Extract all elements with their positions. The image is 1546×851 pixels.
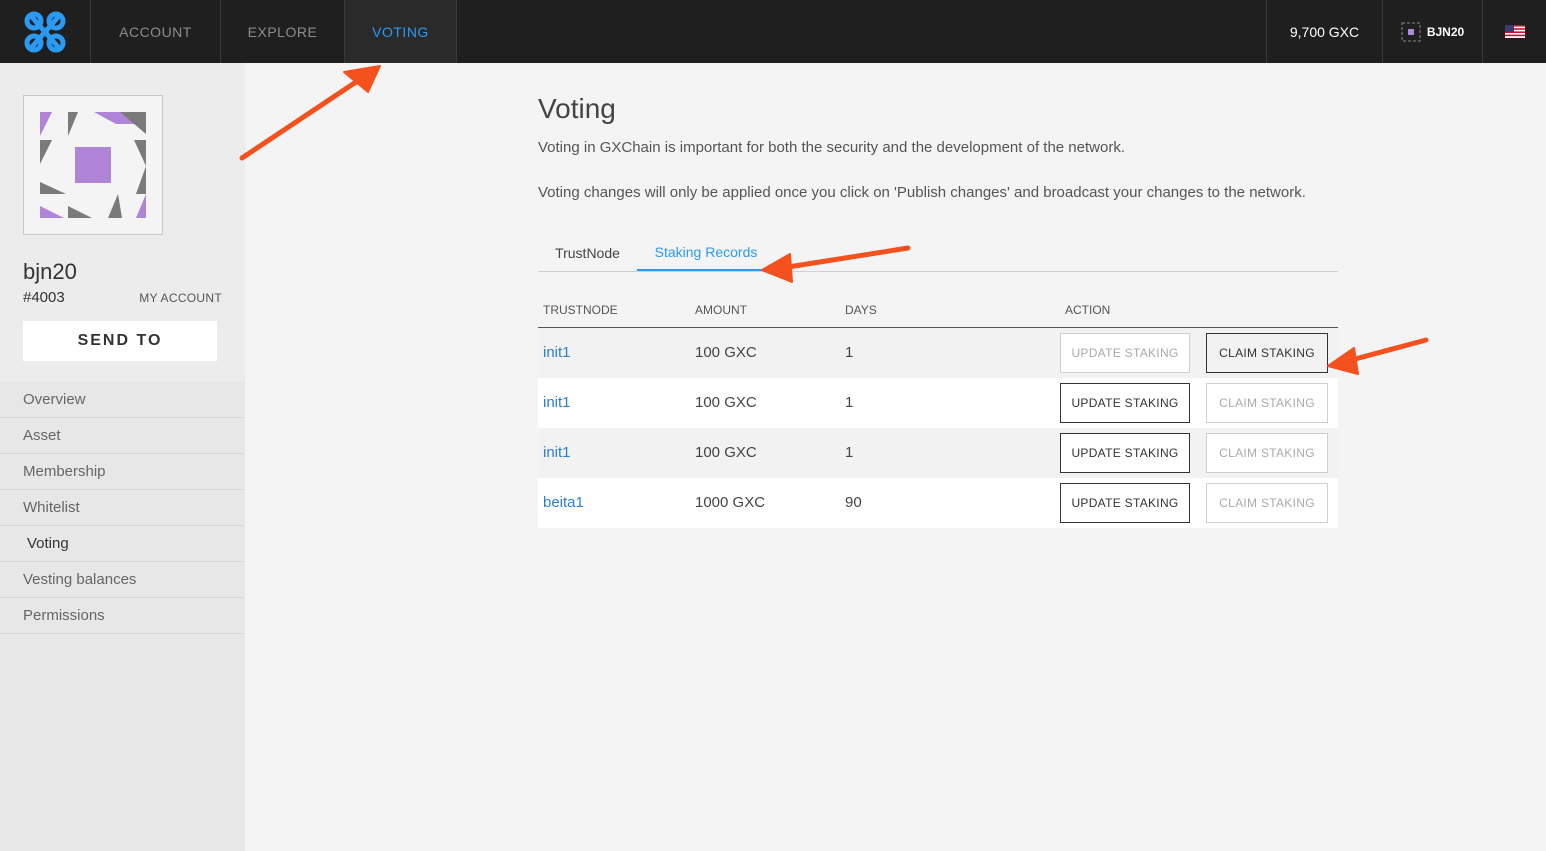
nav-tab-account[interactable]: ACCOUNT bbox=[91, 0, 221, 63]
action-cell: UPDATE STAKING CLAIM STAKING bbox=[1060, 328, 1338, 378]
sidebar-item-whitelist[interactable]: Whitelist bbox=[0, 490, 245, 526]
days-cell: 1 bbox=[840, 327, 1060, 378]
amount-cell: 1000 GXC bbox=[690, 477, 840, 528]
arrow-to-voting-tab-icon bbox=[239, 75, 365, 161]
main-content: Voting Voting in GXChain is important fo… bbox=[538, 63, 1338, 528]
amount-cell: 100 GXC bbox=[690, 327, 840, 378]
nav-tab-voting[interactable]: VOTING bbox=[345, 0, 457, 63]
sidebar: bjn20 #4003 MY ACCOUNT SEND TO Overview … bbox=[0, 63, 245, 851]
header-action: ACTION bbox=[1060, 293, 1338, 328]
gxchain-logo[interactable] bbox=[0, 0, 91, 63]
account-avatar bbox=[23, 95, 163, 235]
action-cell: UPDATE STAKING CLAIM STAKING bbox=[1060, 478, 1338, 528]
header-days: DAYS bbox=[840, 293, 1060, 328]
staking-records-table: TRUSTNODE AMOUNT DAYS ACTION init1 100 G… bbox=[538, 293, 1338, 528]
trustnode-link[interactable]: init1 bbox=[543, 394, 571, 411]
claim-staking-button[interactable]: CLAIM STAKING bbox=[1206, 332, 1328, 373]
sidebar-item-asset[interactable]: Asset bbox=[0, 418, 245, 454]
gxchain-logo-icon bbox=[24, 10, 66, 52]
user-menu[interactable]: BJN20 bbox=[1382, 0, 1482, 63]
update-staking-button[interactable]: UPDATE STAKING bbox=[1060, 382, 1190, 423]
update-staking-button[interactable]: UPDATE STAKING bbox=[1060, 482, 1190, 523]
sidebar-item-voting[interactable]: Voting bbox=[0, 526, 245, 562]
days-cell: 1 bbox=[840, 377, 1060, 428]
table-row: init1 100 GXC 1 UPDATE STAKING CLAIM STA… bbox=[538, 427, 1338, 478]
tab-trustnode[interactable]: TrustNode bbox=[538, 235, 637, 271]
trustnode-link[interactable]: init1 bbox=[543, 444, 571, 461]
sidebar-item-permissions[interactable]: Permissions bbox=[0, 598, 245, 634]
arrow-to-claim-staking-icon bbox=[1341, 337, 1429, 365]
claim-staking-button[interactable]: CLAIM STAKING bbox=[1206, 482, 1328, 523]
tab-staking-records[interactable]: Staking Records bbox=[637, 235, 775, 271]
action-cell: UPDATE STAKING CLAIM STAKING bbox=[1060, 378, 1338, 428]
table-row: init1 100 GXC 1 UPDATE STAKING CLAIM STA… bbox=[538, 377, 1338, 428]
table-row: init1 100 GXC 1 UPDATE STAKING CLAIM STA… bbox=[538, 327, 1338, 378]
voting-tabs: TrustNode Staking Records bbox=[538, 235, 1338, 272]
voting-description-1: Voting in GXChain is important for both … bbox=[538, 139, 1125, 156]
update-staking-button[interactable]: UPDATE STAKING bbox=[1060, 332, 1190, 373]
language-selector[interactable] bbox=[1482, 0, 1546, 63]
account-id: #4003 bbox=[23, 289, 65, 306]
nav-tab-explore[interactable]: EXPLORE bbox=[221, 0, 345, 63]
sidebar-item-vesting-balances[interactable]: Vesting balances bbox=[0, 562, 245, 598]
table-header-row: TRUSTNODE AMOUNT DAYS ACTION bbox=[538, 293, 1338, 328]
claim-staking-button[interactable]: CLAIM STAKING bbox=[1206, 382, 1328, 423]
days-cell: 90 bbox=[840, 477, 1060, 528]
my-account-link[interactable]: MY ACCOUNT bbox=[139, 291, 222, 305]
account-name: bjn20 bbox=[23, 259, 77, 284]
account-id-row: #4003 MY ACCOUNT bbox=[23, 289, 222, 306]
voting-description-2: Voting changes will only be applied once… bbox=[538, 184, 1306, 201]
trustnode-link[interactable]: init1 bbox=[543, 344, 571, 361]
identicon-icon bbox=[40, 112, 146, 218]
update-staking-button[interactable]: UPDATE STAKING bbox=[1060, 432, 1190, 473]
top-navbar: ACCOUNT EXPLORE VOTING 9,700 GXC BJN20 bbox=[0, 0, 1546, 63]
account-card: bjn20 #4003 MY ACCOUNT SEND TO bbox=[0, 63, 245, 382]
balance-display[interactable]: 9,700 GXC bbox=[1266, 0, 1382, 63]
days-cell: 1 bbox=[840, 427, 1060, 478]
sidebar-menu: Overview Asset Membership Whitelist Voti… bbox=[0, 382, 245, 634]
trustnode-link[interactable]: beita1 bbox=[543, 494, 584, 511]
page-title: Voting bbox=[538, 93, 616, 124]
claim-staking-button[interactable]: CLAIM STAKING bbox=[1206, 432, 1328, 473]
user-name: BJN20 bbox=[1426, 24, 1465, 39]
user-avatar-icon bbox=[1401, 22, 1421, 41]
us-flag-icon bbox=[1504, 25, 1525, 38]
sidebar-item-overview[interactable]: Overview bbox=[0, 382, 245, 418]
table-row: beita1 1000 GXC 90 UPDATE STAKING CLAIM … bbox=[538, 477, 1338, 528]
header-trustnode: TRUSTNODE bbox=[538, 293, 690, 328]
action-cell: UPDATE STAKING CLAIM STAKING bbox=[1060, 428, 1338, 478]
send-to-button[interactable]: SEND TO bbox=[23, 321, 217, 361]
sidebar-item-membership[interactable]: Membership bbox=[0, 454, 245, 490]
amount-cell: 100 GXC bbox=[690, 427, 840, 478]
header-amount: AMOUNT bbox=[690, 293, 840, 328]
amount-cell: 100 GXC bbox=[690, 377, 840, 428]
